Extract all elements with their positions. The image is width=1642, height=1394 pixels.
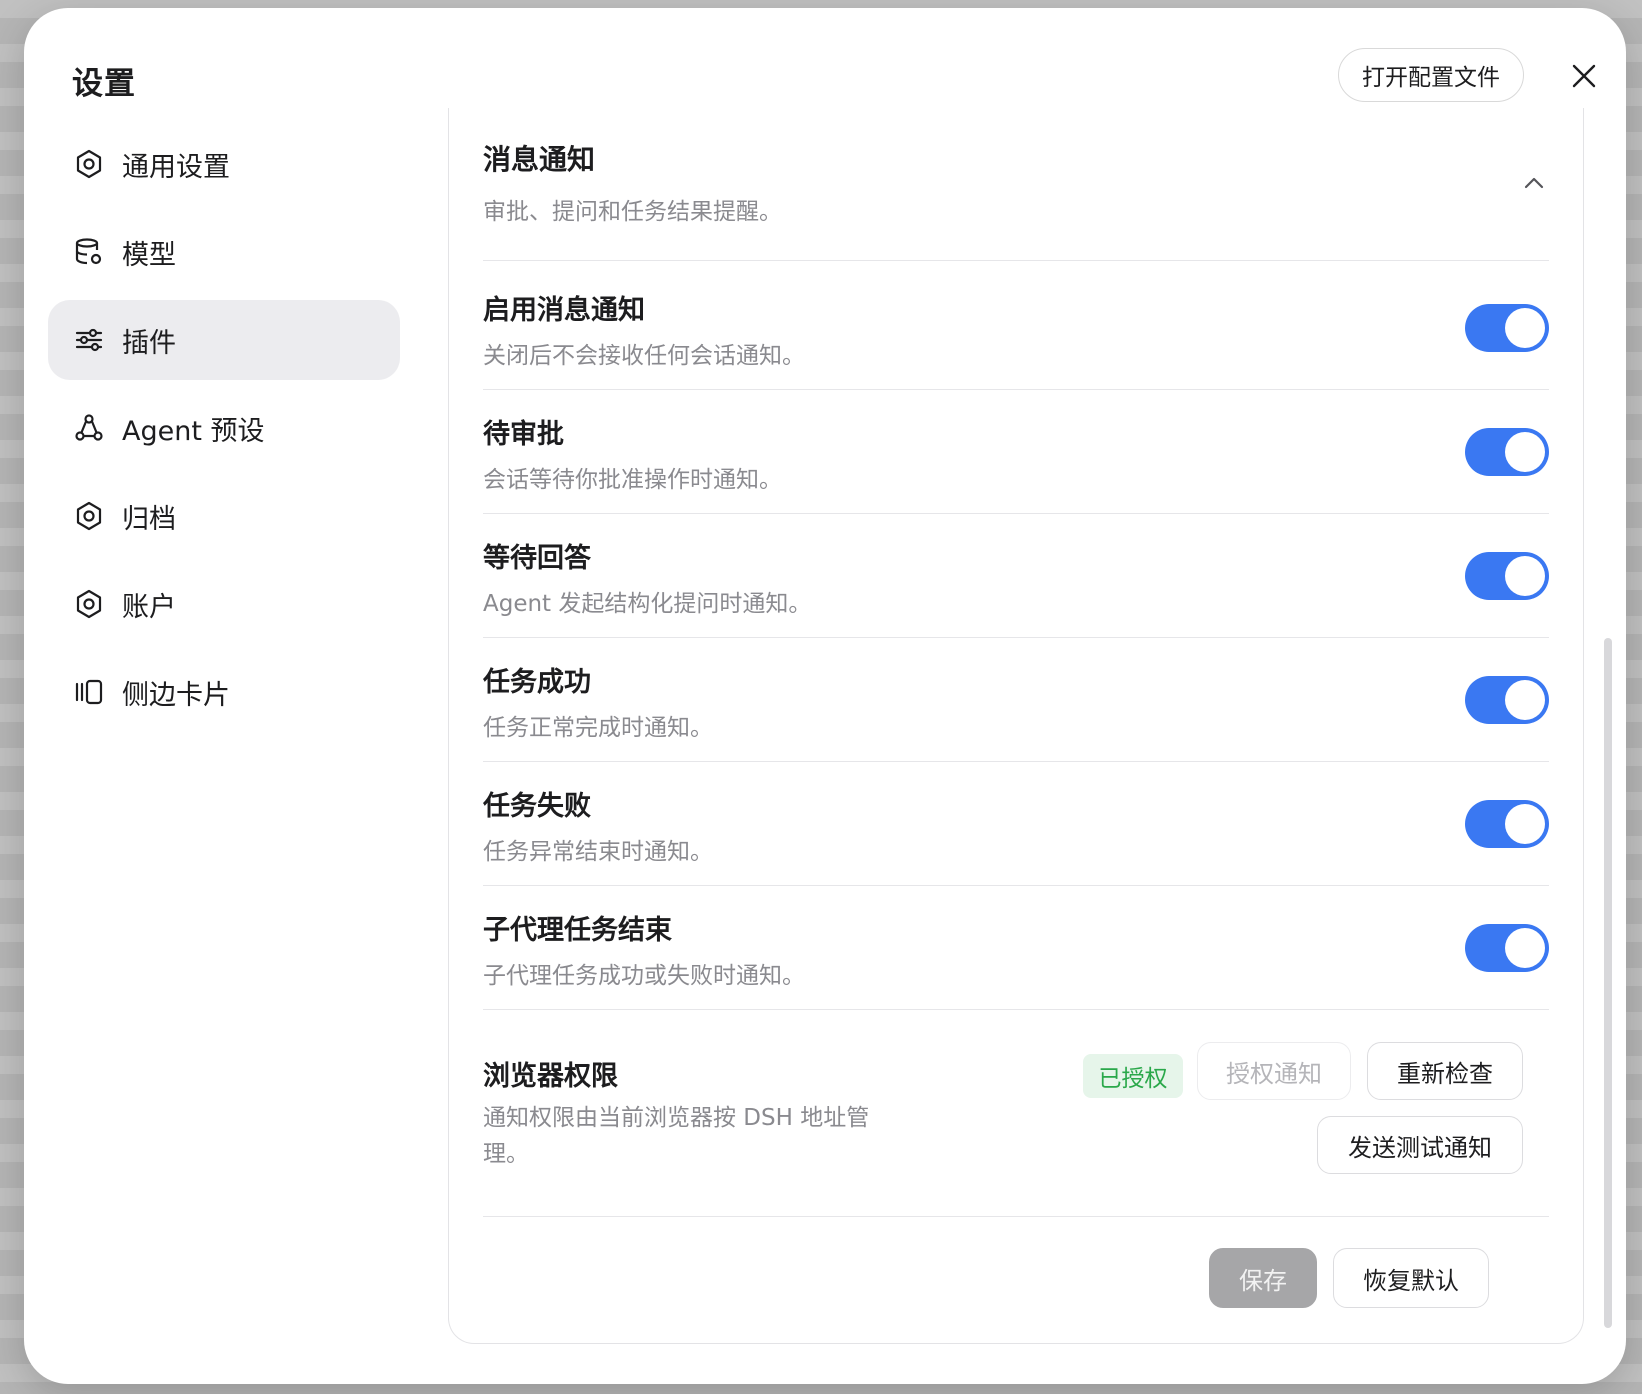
section-title: 消息通知 [483,143,596,176]
sidebar-item-label: 模型 [122,239,176,271]
enable-notifications-toggle[interactable] [1465,304,1549,352]
sidebar-item-label: 插件 [122,327,176,359]
send-test-notification-button[interactable]: 发送测试通知 [1317,1116,1523,1174]
open-config-button[interactable]: 打开配置文件 [1338,48,1524,102]
setting-row-subagent-finished: 子代理任务结束 子代理任务成功或失败时通知。 [483,880,1549,1010]
browser-permission-title: 浏览器权限 [483,1061,618,1092]
gear-icon [72,499,106,533]
authorize-notification-button[interactable]: 授权通知 [1197,1042,1351,1100]
browser-permission-description: 通知权限由当前浏览器按 DSH 地址管理。 [483,1105,870,1167]
agent-nodes-icon [72,411,106,445]
setting-description: Agent 发起结构化提问时通知。 [483,591,812,617]
notification-settings-panel: 消息通知 审批、提问和任务结果提醒。 启用消息通知 关闭后不会接收任何会话通知。… [448,108,1584,1344]
settings-dialog: 设置 打开配置文件 通用设置 模型 插件 Agent 预设 归档 账户 侧边卡片… [24,8,1626,1384]
section-subtitle: 审批、提问和任务结果提醒。 [483,199,782,225]
close-button[interactable] [1564,56,1604,96]
task-failure-toggle[interactable] [1465,800,1549,848]
gear-icon [72,587,106,621]
sidebar-item-general[interactable]: 通用设置 [48,124,400,204]
setting-title: 任务失败 [483,791,591,822]
sidebar-item-label: 通用设置 [122,151,230,183]
sidebar-item-label: 归档 [122,503,176,535]
section-header[interactable]: 消息通知 审批、提问和任务结果提醒。 [483,128,1549,261]
sidebar-item-side-cards[interactable]: 侧边卡片 [48,652,400,732]
setting-title: 等待回答 [483,543,591,574]
reset-defaults-button[interactable]: 恢复默认 [1333,1248,1489,1308]
chevron-up-icon[interactable] [1519,168,1549,198]
setting-description: 任务异常结束时通知。 [483,839,713,865]
settings-sidebar: 通用设置 模型 插件 Agent 预设 归档 账户 侧边卡片 [48,124,400,740]
sidebar-item-archive[interactable]: 归档 [48,476,400,556]
setting-row-pending-approval: 待审批 会话等待你批准操作时通知。 [483,384,1549,514]
task-success-toggle[interactable] [1465,676,1549,724]
status-badge: 已授权 [1083,1054,1183,1098]
pending-approval-toggle[interactable] [1465,428,1549,476]
setting-title: 任务成功 [483,667,591,698]
scrollbar[interactable] [1604,638,1612,1328]
setting-description: 关闭后不会接收任何会话通知。 [483,343,805,369]
recheck-button[interactable]: 重新检查 [1367,1042,1523,1100]
setting-row-awaiting-answer: 等待回答 Agent 发起结构化提问时通知。 [483,508,1549,638]
setting-description: 会话等待你批准操作时通知。 [483,467,782,493]
dialog-title: 设置 [72,66,136,102]
sliders-icon [72,323,106,357]
save-button[interactable]: 保存 [1209,1248,1317,1308]
sidebar-item-label: 侧边卡片 [122,679,230,711]
setting-row-task-success: 任务成功 任务正常完成时通知。 [483,632,1549,762]
setting-title: 待审批 [483,419,564,450]
setting-description: 子代理任务成功或失败时通知。 [483,963,805,989]
sidebar-item-plugins[interactable]: 插件 [48,300,400,380]
setting-row-task-failure: 任务失败 任务异常结束时通知。 [483,756,1549,886]
sidebar-item-agent-presets[interactable]: Agent 预设 [48,388,400,468]
sidebar-item-label: 账户 [122,591,176,623]
sidebar-item-account[interactable]: 账户 [48,564,400,644]
awaiting-answer-toggle[interactable] [1465,552,1549,600]
close-icon [1572,64,1596,88]
setting-row-enable-notifications: 启用消息通知 关闭后不会接收任何会话通知。 [483,260,1549,390]
sidebar-item-models[interactable]: 模型 [48,212,400,292]
sidebar-item-label: Agent 预设 [122,415,265,447]
setting-title: 启用消息通知 [483,295,645,326]
browser-permission-row: 浏览器权限 通知权限由当前浏览器按 DSH 地址管理。 已授权 授权通知 重新检… [483,1020,1549,1217]
setting-title: 子代理任务结束 [483,915,672,946]
side-cards-icon [72,675,106,709]
subagent-finished-toggle[interactable] [1465,924,1549,972]
setting-description: 任务正常完成时通知。 [483,715,713,741]
database-gear-icon [72,235,106,269]
gear-icon [72,147,106,181]
